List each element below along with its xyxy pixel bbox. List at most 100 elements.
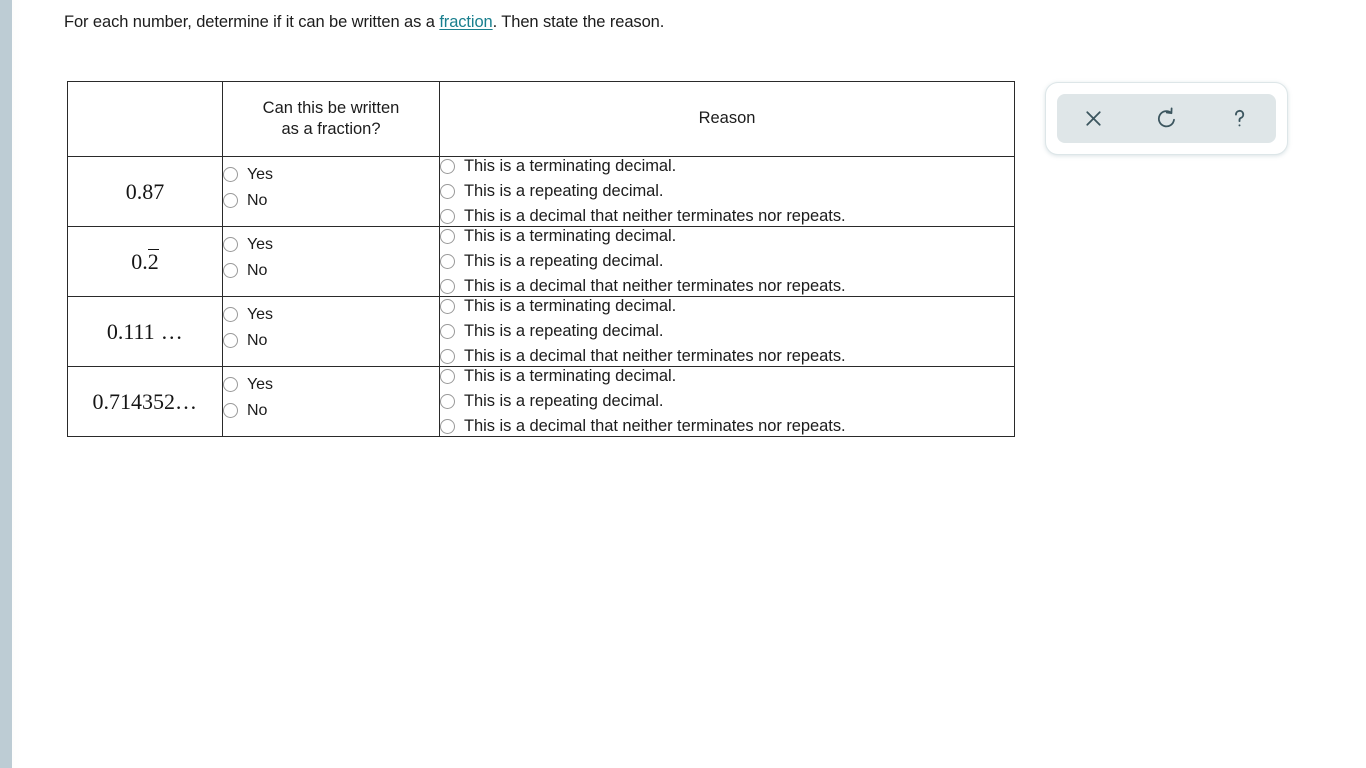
reason-option[interactable]: This is a terminating decimal. [440, 227, 1014, 246]
reason-option[interactable]: This is a decimal that neither terminate… [440, 207, 1014, 226]
number-prefix: 0.87 [125, 178, 165, 204]
header-fraction-line1: Can this be written [262, 98, 400, 117]
radio-button-icon[interactable] [440, 209, 455, 224]
yesno-option[interactable]: Yes [223, 236, 439, 254]
number-prefix: 0. [131, 248, 148, 274]
reason-option-label[interactable]: This is a repeating decimal. [464, 322, 664, 341]
yesno-option[interactable]: Yes [223, 166, 439, 184]
reason-option[interactable]: This is a terminating decimal. [440, 367, 1014, 386]
reason-option[interactable]: This is a repeating decimal. [440, 182, 1014, 201]
prompt-text-before: For each number, determine if it can be … [64, 13, 440, 31]
number-suffix: … [175, 388, 198, 414]
number-cell: 0.2 [67, 226, 223, 297]
reason-cell: This is a terminating decimal. This is a … [439, 366, 1015, 437]
reason-cell: This is a terminating decimal. This is a … [439, 226, 1015, 297]
yesno-cell: Yes No [222, 156, 440, 227]
reason-cell: This is a terminating decimal. This is a … [439, 156, 1015, 227]
yesno-cell: Yes No [222, 226, 440, 297]
reason-option-label[interactable]: This is a decimal that neither terminate… [464, 417, 846, 436]
yesno-option[interactable]: No [223, 262, 439, 280]
radio-button-icon[interactable] [440, 419, 455, 434]
radio-button-icon[interactable] [440, 279, 455, 294]
reason-option-label[interactable]: This is a terminating decimal. [464, 227, 676, 246]
yesno-option[interactable]: Yes [223, 306, 439, 324]
reason-option-label[interactable]: This is a repeating decimal. [464, 252, 664, 271]
yesno-cell: Yes No [222, 366, 440, 437]
table-header-row: Can this be written as a fraction? Reaso… [67, 81, 1015, 157]
header-fraction-line2: as a fraction? [281, 120, 381, 138]
reason-option[interactable]: This is a repeating decimal. [440, 252, 1014, 271]
radio-button-icon[interactable] [223, 263, 238, 278]
reason-option-label[interactable]: This is a decimal that neither terminate… [464, 277, 846, 296]
close-button[interactable] [1071, 98, 1117, 140]
yesno-option-label[interactable]: Yes [247, 236, 273, 254]
header-reason-column: Reason [439, 81, 1015, 157]
undo-icon [1154, 106, 1179, 131]
number-cell: 0.111 … [67, 296, 223, 367]
number-prefix: 0.111 [106, 318, 155, 344]
radio-button-icon[interactable] [223, 333, 238, 348]
yesno-option[interactable]: Yes [223, 376, 439, 394]
table-body: 0.87 Yes No This is a terminating decimal. T… [67, 156, 1015, 437]
question-prompt: For each number, determine if it can be … [64, 13, 664, 32]
table-row: 0.2 Yes No This is a terminating decimal. Th… [67, 226, 1015, 297]
close-icon [1082, 107, 1105, 130]
yesno-option-label[interactable]: No [247, 332, 267, 350]
radio-button-icon[interactable] [440, 159, 455, 174]
number-cell: 0.87 [67, 156, 223, 227]
exercise-page: For each number, determine if it can be … [0, 0, 1366, 768]
yesno-option-label[interactable]: No [247, 402, 267, 420]
yesno-option-label[interactable]: No [247, 262, 267, 280]
reason-cell: This is a terminating decimal. This is a … [439, 296, 1015, 367]
table-row: 0.111 … Yes No This is a terminating decima… [67, 296, 1015, 367]
yesno-option[interactable]: No [223, 402, 439, 420]
fraction-link[interactable]: fraction [439, 13, 492, 31]
radio-button-icon[interactable] [223, 307, 238, 322]
reason-option[interactable]: This is a decimal that neither terminate… [440, 277, 1014, 296]
radio-button-icon[interactable] [223, 377, 238, 392]
reset-button[interactable] [1144, 98, 1190, 140]
number-prefix: 0.714352 [92, 388, 176, 414]
reason-option[interactable]: This is a terminating decimal. [440, 157, 1014, 176]
radio-button-icon[interactable] [223, 167, 238, 182]
floating-toolbar [1045, 82, 1288, 155]
reason-option-label[interactable]: This is a decimal that neither terminate… [464, 207, 846, 226]
yesno-option-label[interactable]: Yes [247, 306, 273, 324]
table-row: 0.87 Yes No This is a terminating decimal. T… [67, 156, 1015, 227]
reason-option[interactable]: This is a terminating decimal. [440, 297, 1014, 316]
radio-button-icon[interactable] [440, 349, 455, 364]
table-row: 0.714352… Yes No This is a terminating deci… [67, 366, 1015, 437]
radio-button-icon[interactable] [440, 369, 455, 384]
yesno-option[interactable]: No [223, 332, 439, 350]
radio-button-icon[interactable] [440, 229, 455, 244]
radio-button-icon[interactable] [440, 184, 455, 199]
prompt-text-after: . Then state the reason. [492, 13, 665, 31]
number-classification-table: Can this be written as a fraction? Reaso… [67, 81, 1015, 437]
radio-button-icon[interactable] [440, 299, 455, 314]
radio-button-icon[interactable] [223, 193, 238, 208]
reason-option-label[interactable]: This is a repeating decimal. [464, 182, 664, 201]
help-icon [1227, 106, 1252, 131]
header-number-column [67, 81, 223, 157]
radio-button-icon[interactable] [440, 394, 455, 409]
reason-option-label[interactable]: This is a terminating decimal. [464, 297, 676, 316]
reason-option[interactable]: This is a repeating decimal. [440, 392, 1014, 411]
reason-option[interactable]: This is a repeating decimal. [440, 322, 1014, 341]
help-button[interactable] [1217, 98, 1263, 140]
radio-button-icon[interactable] [223, 237, 238, 252]
yesno-cell: Yes No [222, 296, 440, 367]
radio-button-icon[interactable] [223, 403, 238, 418]
yesno-option-label[interactable]: Yes [247, 166, 273, 184]
yesno-option[interactable]: No [223, 192, 439, 210]
reason-option-label[interactable]: This is a repeating decimal. [464, 392, 664, 411]
reason-option[interactable]: This is a decimal that neither terminate… [440, 347, 1014, 366]
radio-button-icon[interactable] [440, 324, 455, 339]
reason-option-label[interactable]: This is a terminating decimal. [464, 367, 676, 386]
reason-option[interactable]: This is a decimal that neither terminate… [440, 417, 1014, 436]
radio-button-icon[interactable] [440, 254, 455, 269]
yesno-option-label[interactable]: Yes [247, 376, 273, 394]
reason-option-label[interactable]: This is a decimal that neither terminate… [464, 347, 846, 366]
reason-option-label[interactable]: This is a terminating decimal. [464, 157, 676, 176]
yesno-option-label[interactable]: No [247, 192, 267, 210]
number-suffix: … [154, 318, 184, 344]
